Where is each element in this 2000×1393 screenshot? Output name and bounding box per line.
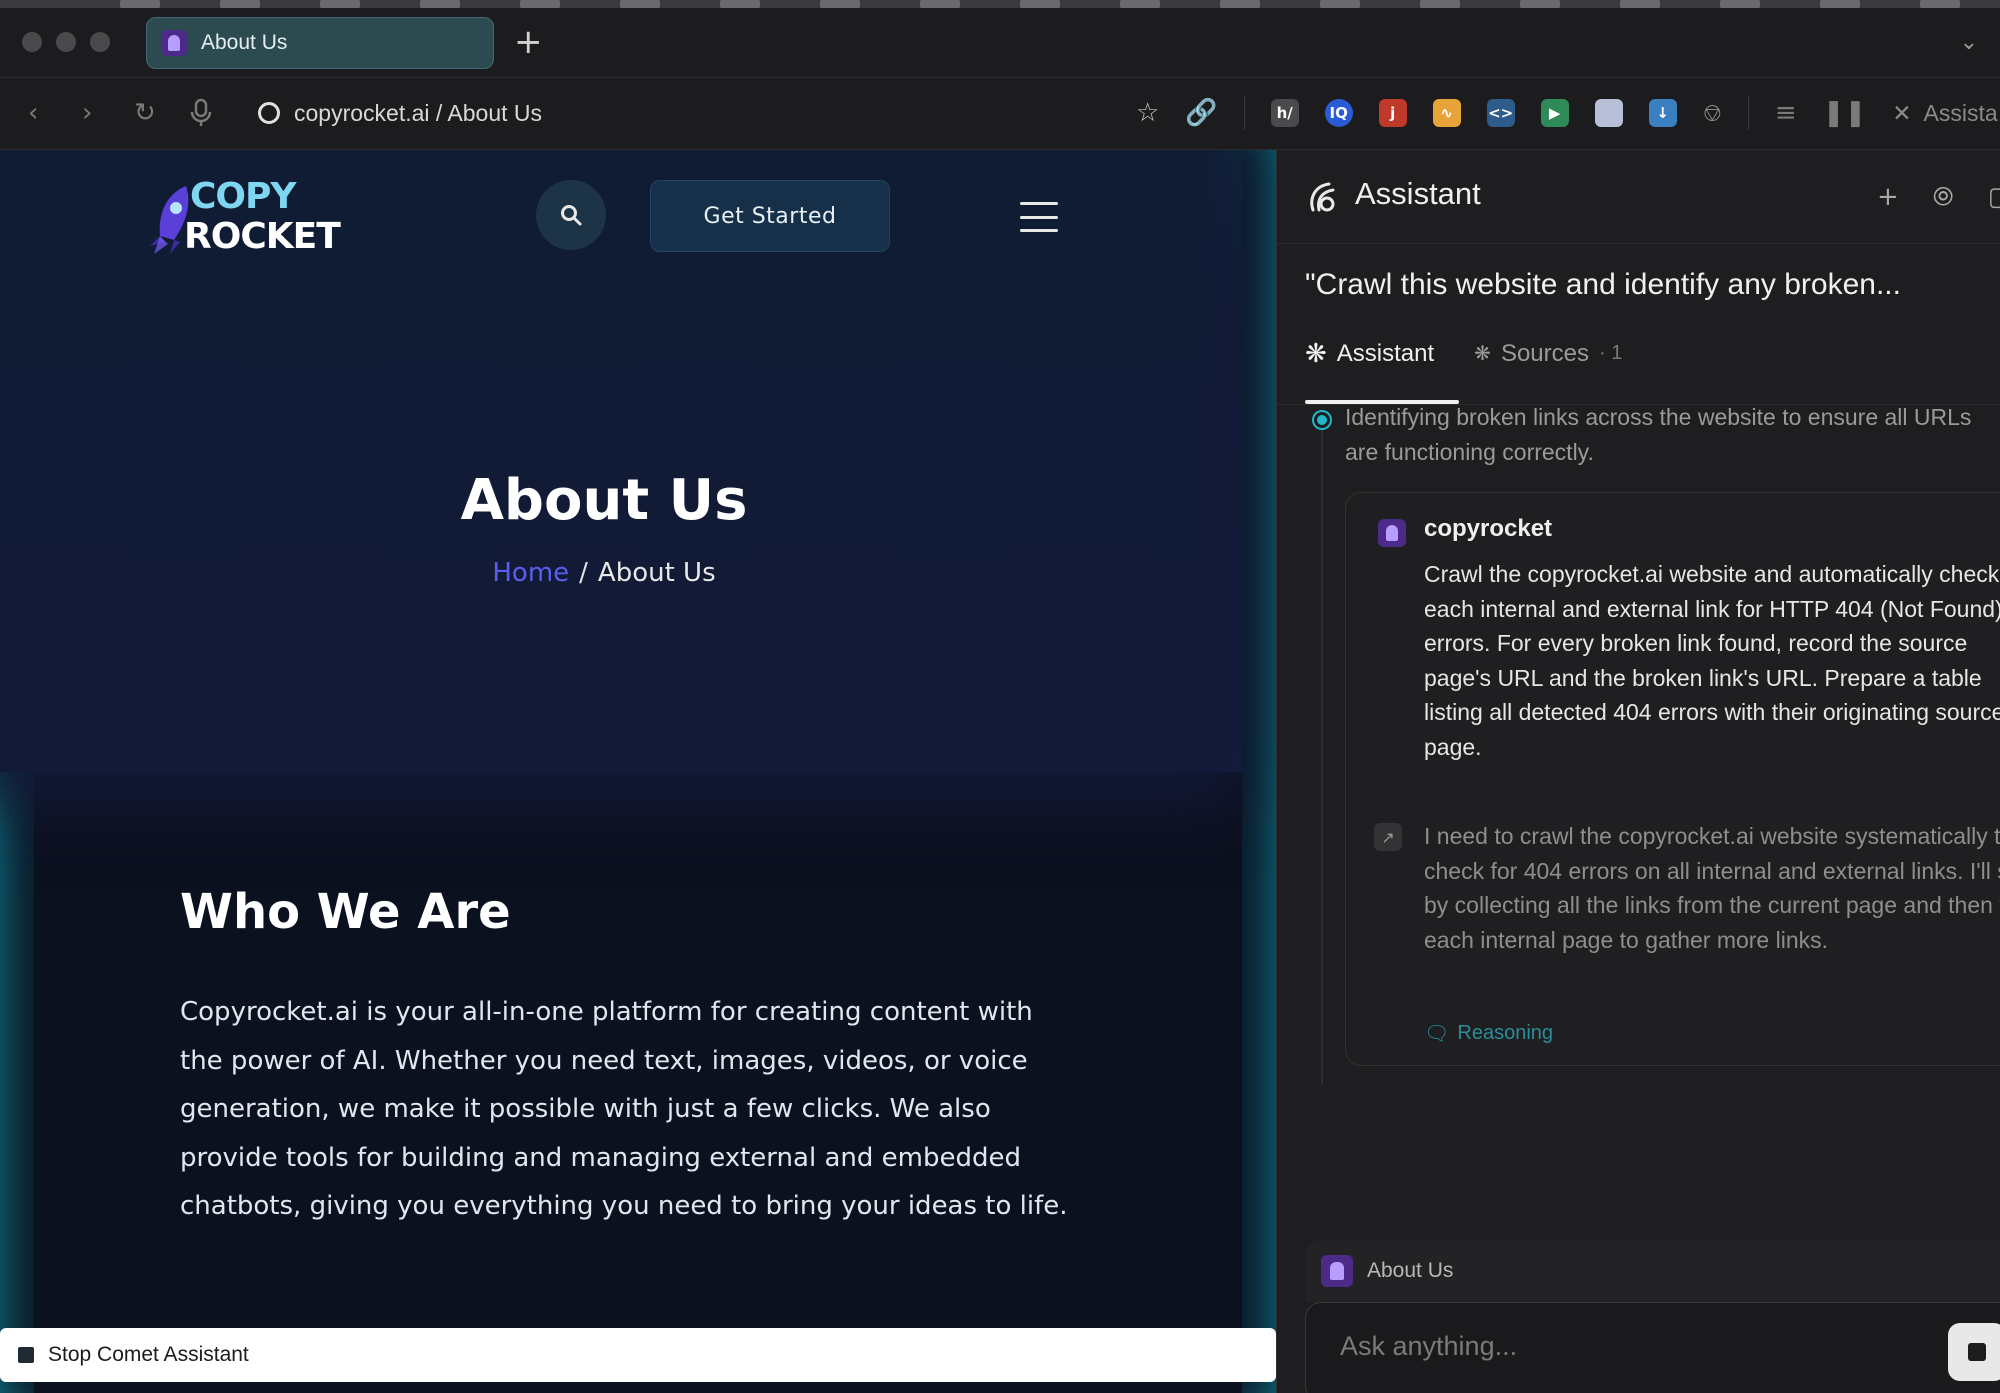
- breadcrumb: Home / About Us: [0, 558, 1242, 588]
- get-started-button[interactable]: Get Started: [650, 180, 890, 252]
- os-bookmark-strip: [0, 0, 2000, 8]
- step-status-dot: [1314, 412, 1330, 428]
- step-description: Identifying broken links across the webs…: [1345, 404, 1972, 465]
- stop-assistant-bar[interactable]: Stop Comet Assistant: [0, 1328, 1276, 1382]
- assistant-tabs: ❋ Assistant ❋ Sources · 1: [1305, 338, 1622, 369]
- minimize-window-button[interactable]: [56, 32, 76, 52]
- extension-h-icon[interactable]: h/: [1270, 99, 1299, 127]
- sources-count: · 1: [1598, 342, 1623, 364]
- extension-j-icon[interactable]: j: [1378, 99, 1407, 127]
- reasoning-toggle[interactable]: 🗨 Reasoning: [1424, 1021, 1553, 1046]
- new-tab-button[interactable]: +: [514, 22, 543, 62]
- stop-assistant-label: Stop Comet Assistant: [48, 1343, 249, 1366]
- hero-section: COPY ROCKET Get Started About Us Home / Ab…: [0, 150, 1242, 772]
- search-icon: [561, 205, 582, 226]
- card-task-text: Crawl the copyrocket.ai website and auto…: [1424, 561, 2000, 760]
- extension-note-icon[interactable]: [1594, 99, 1623, 127]
- tab-list-chevron-icon[interactable]: ⌄: [1960, 30, 1978, 55]
- breadcrumb-home-link[interactable]: Home: [492, 558, 569, 588]
- url-field[interactable]: copyrocket.ai / About Us: [294, 100, 542, 127]
- tab-assistant[interactable]: ❋ Assistant: [1305, 338, 1434, 369]
- reasoning-text: I need to crawl the copyrocket.ai websit…: [1424, 823, 2000, 953]
- star-bookmark-icon[interactable]: ☆: [1136, 94, 1159, 132]
- extension-download-icon[interactable]: ↓: [1648, 99, 1677, 127]
- address-bar: ‹ › ↻ copyrocket.ai / About Us ☆ 🔗 h/ IQ…: [0, 78, 2000, 150]
- tab-sources[interactable]: ❋ Sources · 1: [1474, 338, 1622, 369]
- extension-video-icon[interactable]: ▶: [1540, 99, 1569, 127]
- maximize-window-button[interactable]: [90, 32, 110, 52]
- extension-code-icon[interactable]: <>: [1486, 99, 1515, 127]
- extensions-puzzle-icon[interactable]: ⎊: [1703, 94, 1722, 132]
- extension-rss-icon[interactable]: ∿: [1432, 99, 1461, 127]
- sources-nodes-icon: ❋: [1474, 343, 1491, 365]
- assistant-tab-label: Assista: [1923, 99, 1998, 126]
- microphone-icon[interactable]: [190, 98, 212, 135]
- section-paragraph: Copyrocket.ai is your all-in-one platfor…: [180, 997, 1068, 1221]
- assistant-spark-icon: ❋: [1305, 338, 1327, 368]
- copyrocket-avatar-icon: [1378, 519, 1406, 547]
- assistant-actions: + ⦾ ▢: [1877, 182, 2000, 213]
- logo-text: COPY ROCKET: [184, 176, 341, 257]
- ask-input[interactable]: [1340, 1331, 1900, 1362]
- reload-icon[interactable]: ↻: [134, 98, 156, 128]
- tab-bar: About Us + ⌄: [0, 8, 2000, 78]
- webpage-viewport: COPY ROCKET Get Started About Us Home / Ab…: [0, 150, 1276, 1393]
- forward-arrow-icon[interactable]: ›: [82, 98, 92, 128]
- site-info-icon[interactable]: [258, 102, 280, 124]
- hamburger-menu-icon[interactable]: [1020, 202, 1058, 232]
- expand-arrow-icon[interactable]: ↗: [1374, 823, 1402, 851]
- stop-generation-button[interactable]: [1948, 1323, 2000, 1381]
- new-thread-plus-icon[interactable]: +: [1877, 182, 1899, 213]
- rocket-favicon-icon: [161, 30, 187, 56]
- menu-lines-icon[interactable]: ≡: [1775, 94, 1797, 132]
- audio-wave-icon[interactable]: ❚❚: [1823, 94, 1867, 132]
- close-window-button[interactable]: [22, 32, 42, 52]
- page-title: About Us: [460, 468, 748, 533]
- task-card: copyrocket Crawl the copyrocket.ai websi…: [1345, 492, 2000, 1066]
- window-controls: [22, 32, 110, 52]
- tab-title: About Us: [201, 31, 288, 54]
- toolbar-divider: [1243, 96, 1245, 130]
- stop-square-icon: [1968, 1343, 1986, 1361]
- close-icon[interactable]: ✕: [1892, 100, 1911, 127]
- assistant-header: Assistant + ⦾ ▢: [1277, 150, 2000, 244]
- breadcrumb-separator: /: [579, 558, 588, 588]
- site-search-button[interactable]: [536, 180, 606, 250]
- toolbar-right: ☆ 🔗 h/ IQ j ∿ <> ▶ ↓ ⎊ ≡ ❚❚ ✕ Assista: [1136, 94, 1998, 132]
- assistant-panel: Assistant + ⦾ ▢ "Crawl this website and …: [1276, 150, 2000, 1393]
- extension-iq-icon[interactable]: IQ: [1324, 99, 1353, 127]
- timeline-line: [1321, 424, 1323, 1084]
- rocket-favicon-icon: [1321, 1255, 1353, 1287]
- link-icon[interactable]: 🔗: [1185, 94, 1217, 132]
- context-label: About Us: [1367, 1259, 1454, 1282]
- card-site-name: copyrocket: [1424, 515, 1553, 542]
- page-context-chip[interactable]: About Us: [1305, 1240, 2000, 1302]
- comet-logo-icon: [1310, 182, 1335, 212]
- broadcast-icon[interactable]: ⦾: [1933, 182, 1954, 213]
- tab-about-us[interactable]: About Us: [146, 17, 494, 69]
- section-heading: Who We Are: [180, 884, 511, 940]
- query-title: "Crawl this website and identify any bro…: [1305, 268, 1901, 301]
- copyrocket-logo[interactable]: COPY ROCKET: [146, 176, 356, 257]
- ask-box: [1305, 1302, 2000, 1393]
- toolbar-divider: [1747, 96, 1749, 130]
- sidebar-toggle-icon[interactable]: ▢: [1988, 182, 2000, 213]
- chat-bubble-icon: 🗨: [1424, 1023, 1450, 1045]
- breadcrumb-current: About Us: [597, 558, 716, 588]
- back-arrow-icon[interactable]: ‹: [28, 98, 38, 128]
- assistant-title: Assistant: [1355, 176, 1481, 211]
- stop-square-icon: [18, 1347, 34, 1363]
- assistant-tab[interactable]: ✕ Assista: [1892, 100, 1997, 127]
